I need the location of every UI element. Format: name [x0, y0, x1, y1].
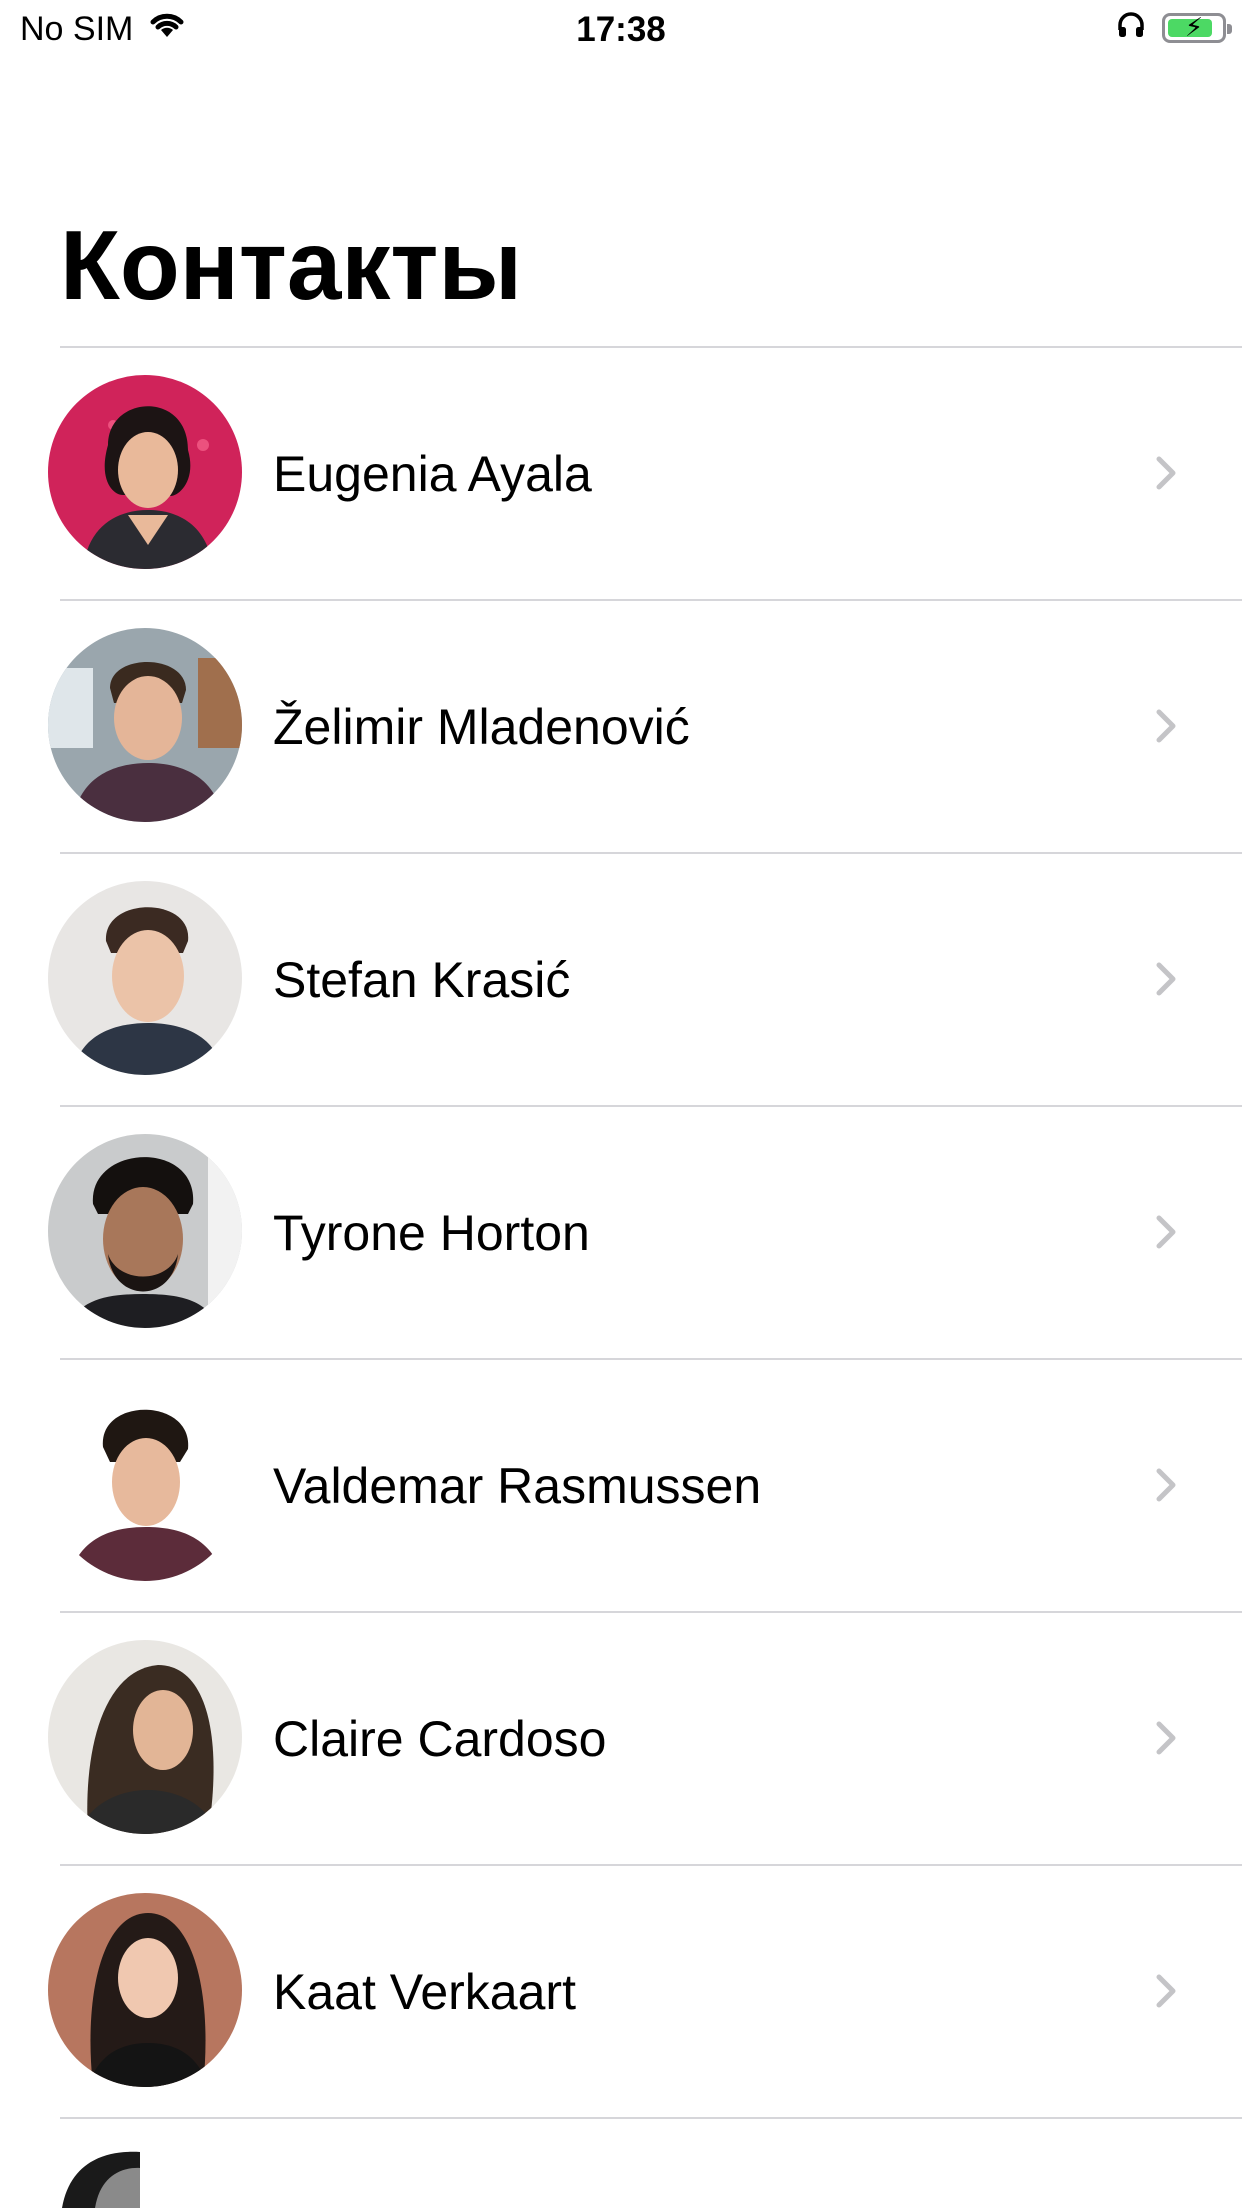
avatar — [48, 1893, 242, 2087]
status-right: ⚡︎ — [1116, 10, 1232, 45]
contact-name: Valdemar Rasmussen — [273, 1458, 762, 1514]
contact-list: Eugenia Ayala Želimir Mladenović Stefan … — [0, 348, 1242, 2119]
avatar-partial — [62, 2151, 140, 2208]
battery-nub — [1227, 23, 1232, 34]
battery-charging-icon: ⚡︎ — [1162, 11, 1232, 43]
avatar — [48, 1387, 242, 1581]
charging-bolt-icon: ⚡︎ — [1184, 11, 1204, 42]
contact-row-partial[interactable] — [0, 2122, 1242, 2208]
contact-name: Eugenia Ayala — [273, 446, 592, 502]
contact-row[interactable]: Stefan Krasić — [0, 854, 1242, 1107]
avatar — [48, 375, 242, 569]
status-bar: No SIM 17:38 ⚡︎ — [0, 0, 1242, 60]
contact-name: Tyrone Horton — [273, 1205, 590, 1261]
contact-row[interactable]: Želimir Mladenović — [0, 601, 1242, 854]
avatar — [48, 1134, 242, 1328]
contact-name: Želimir Mladenović — [273, 699, 690, 755]
contact-row[interactable]: Kaat Verkaart — [0, 1866, 1242, 2119]
chevron-right-icon — [1156, 1974, 1176, 2008]
clock: 17:38 — [576, 10, 666, 49]
contact-name: Kaat Verkaart — [273, 1964, 576, 2020]
headphones-icon — [1116, 10, 1146, 45]
avatar — [48, 628, 242, 822]
contact-row[interactable]: Claire Cardoso — [0, 1613, 1242, 1866]
page-title: Контакты — [60, 210, 523, 320]
chevron-right-icon — [1156, 1721, 1176, 1755]
contact-row[interactable]: Tyrone Horton — [0, 1107, 1242, 1360]
contact-row[interactable]: Eugenia Ayala — [0, 348, 1242, 601]
chevron-right-icon — [1156, 709, 1176, 743]
contact-name: Stefan Krasić — [273, 952, 571, 1008]
chevron-right-icon — [1156, 1468, 1176, 1502]
contact-row[interactable]: Valdemar Rasmussen — [0, 1360, 1242, 1613]
avatar — [48, 881, 242, 1075]
chevron-right-icon — [1156, 962, 1176, 996]
chevron-right-icon — [1156, 456, 1176, 490]
avatar — [48, 1640, 242, 1834]
contact-name: Claire Cardoso — [273, 1711, 607, 1767]
chevron-right-icon — [1156, 1215, 1176, 1249]
